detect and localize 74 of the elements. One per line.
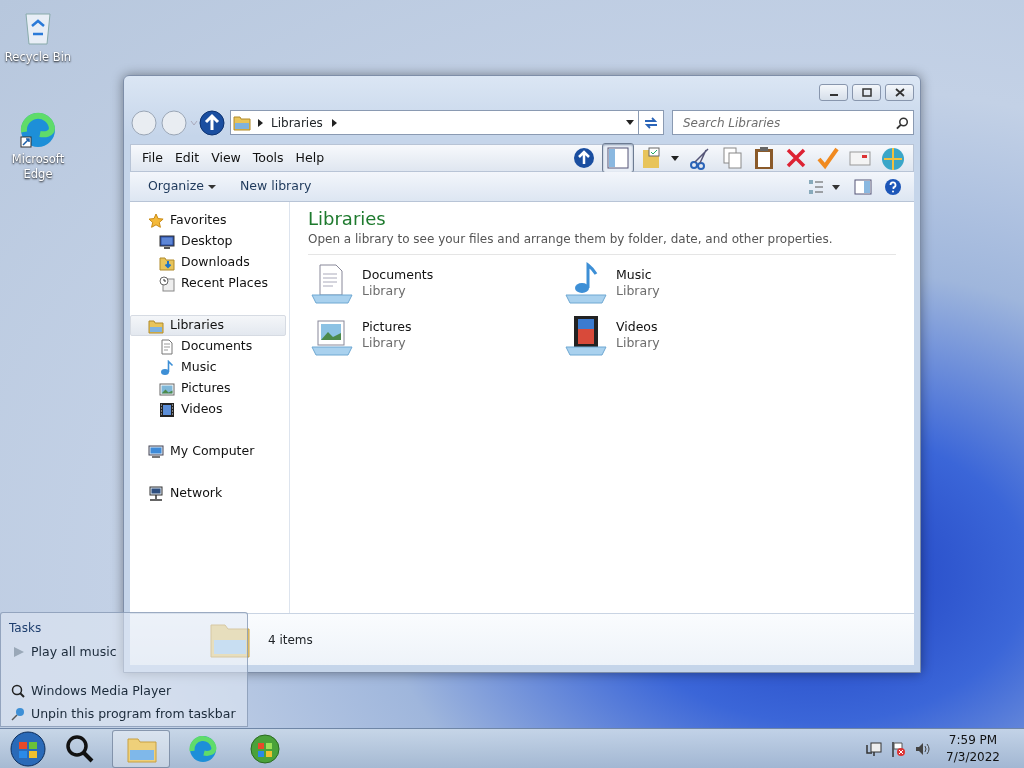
music-library-icon (562, 261, 610, 305)
close-button[interactable] (885, 84, 914, 101)
magnifier-icon (63, 732, 95, 765)
organize-menu[interactable]: Organize (142, 174, 222, 199)
jump-list-item[interactable]: Windows Media Player (9, 679, 174, 703)
search-field[interactable]: Search Libraries (681, 112, 896, 133)
view-options-button[interactable] (808, 178, 842, 195)
folder-icon (159, 254, 175, 271)
search-box[interactable]: Search Libraries (672, 110, 914, 135)
menu-item[interactable]: Tools (246, 146, 290, 170)
caret-icon (208, 183, 216, 190)
clock-time: 7:59 PM (947, 731, 999, 749)
menu-item[interactable]: View (205, 146, 247, 170)
folder-icon (231, 114, 253, 131)
magnifier-icon (11, 684, 25, 699)
music-note-icon (159, 359, 175, 376)
jump-list-item[interactable]: Play all music (9, 641, 119, 664)
menu-item[interactable]: Help (289, 146, 331, 170)
up-button[interactable] (198, 108, 226, 137)
windows-orb-icon (249, 732, 281, 765)
item-count: 4 items (268, 631, 313, 649)
library-name[interactable]: Music (616, 267, 660, 283)
nav-item[interactable]: Music (130, 357, 286, 378)
jump-list-item[interactable]: Unpin this program from taskbar (9, 702, 238, 726)
library-name[interactable]: Videos (616, 319, 660, 335)
preview-pane-button[interactable] (854, 178, 872, 195)
computer-icon (148, 443, 164, 460)
nav-item[interactable]: Videos (130, 399, 286, 420)
pin-icon (11, 706, 25, 721)
maximize-icon[interactable] (859, 87, 874, 98)
menu-item[interactable]: File (136, 146, 169, 170)
folder-icon (148, 317, 164, 334)
document-library-icon (308, 261, 356, 305)
monitor-icon (159, 233, 175, 250)
star-icon (148, 212, 164, 229)
clock-date: 7/3/2022 (946, 748, 1000, 766)
film-strip-icon (159, 401, 175, 418)
network-icon (148, 485, 164, 502)
library-type: Library (616, 283, 660, 299)
menu-item[interactable]: Edit (168, 146, 206, 170)
library-name[interactable]: Pictures (362, 319, 412, 335)
command-button[interactable]: New library (234, 174, 318, 199)
library-type: Library (362, 335, 407, 351)
breadcrumb-item[interactable]: Libraries (267, 113, 327, 132)
nav-item[interactable]: Desktop (130, 231, 286, 252)
page-heading: Libraries (308, 208, 387, 230)
nav-item[interactable]: My Computer (130, 441, 286, 462)
description-text: Open a library to see your files and arrange them by folder, date, and other properties. (308, 230, 896, 255)
library-type: Library (362, 283, 407, 299)
address-bar[interactable]: Libraries (230, 110, 664, 135)
library-name[interactable]: Documents (362, 267, 434, 283)
nav-item[interactable]: Downloads (130, 252, 286, 273)
help-icon[interactable] (884, 177, 902, 196)
library-type: Library (616, 335, 660, 351)
nav-item[interactable]: Recent Places (130, 273, 286, 294)
search-icon[interactable] (895, 115, 909, 130)
nav-item[interactable]: Documents (130, 336, 286, 357)
play-icon (11, 645, 25, 660)
pane-toggle-button[interactable] (602, 143, 634, 173)
minimize-button[interactable] (819, 84, 848, 101)
nav-item[interactable]: Pictures (130, 378, 286, 399)
nav-item[interactable]: Favorites (130, 210, 286, 231)
nav-item[interactable]: Libraries (130, 315, 286, 336)
network-icon[interactable] (866, 740, 883, 757)
clock-document-icon (159, 275, 175, 292)
picture-icon (159, 380, 175, 397)
browser-icon[interactable] (18, 110, 58, 150)
maximize-button[interactable] (852, 84, 881, 101)
nav-item[interactable]: Network (130, 483, 286, 504)
flag-icon[interactable] (890, 740, 907, 757)
refresh-icon[interactable] (643, 114, 659, 131)
video-library-icon (562, 313, 610, 357)
jump-list-heading: Tasks (9, 620, 43, 637)
document-icon (159, 338, 175, 355)
